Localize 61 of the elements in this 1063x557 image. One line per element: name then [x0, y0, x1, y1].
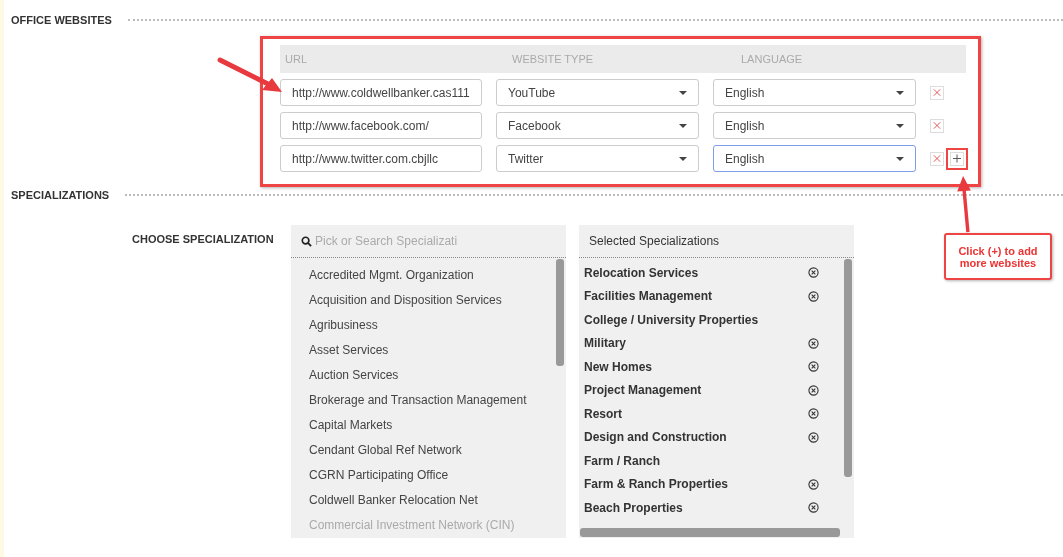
website-type-dropdown[interactable]: Facebook [496, 112, 699, 139]
callout-note: Click (+) to add more websites [944, 233, 1052, 280]
url-field[interactable]: http://www.twitter.com.cbjllc [280, 145, 482, 172]
close-icon [933, 154, 941, 163]
scrollbar-thumb[interactable] [844, 259, 852, 477]
language-dropdown[interactable]: English [713, 112, 916, 139]
selected-item: Farm / Ranch [584, 453, 662, 468]
remove-icon[interactable] [808, 384, 819, 396]
section-heading: OFFICE WEBSITES [11, 14, 112, 26]
column-header: WEBSITE TYPE [512, 53, 595, 65]
selected-item: College / University Properties [584, 312, 760, 327]
caret-icon [896, 90, 904, 95]
close-icon [933, 88, 941, 97]
scrollbar-thumb[interactable] [556, 259, 564, 366]
selected-item: Facilities Management [584, 289, 714, 304]
list-item[interactable]: Brokerage and Transaction Management [309, 388, 566, 413]
caret-icon [679, 123, 687, 128]
selected-item: Resort [584, 406, 623, 421]
url-field[interactable]: http://www.facebook.com/ [280, 112, 482, 139]
remove-icon[interactable] [808, 267, 819, 279]
remove-icon[interactable] [808, 502, 819, 514]
list-item[interactable]: Agribusiness [309, 313, 566, 338]
remove-icon[interactable] [808, 337, 819, 349]
website-type-dropdown[interactable]: Twitter [496, 145, 699, 172]
caret-icon [896, 123, 904, 128]
selected-item: Farm & Ranch Properties [584, 477, 730, 492]
search-icon [301, 235, 312, 247]
url-field[interactable]: http://www.coldwellbanker.cas111 [280, 79, 482, 106]
language-dropdown[interactable]: English [713, 79, 916, 106]
caret-icon [679, 90, 687, 95]
field-label: CHOOSE SPECIALIZATION [132, 232, 275, 247]
caret-icon [896, 156, 904, 161]
section-heading: SPECIALIZATIONS [11, 189, 110, 201]
selected-item: Design and Construction [584, 430, 728, 445]
selected-item: New Homes [584, 359, 654, 374]
list-item[interactable]: Cendant Global Ref Network [309, 438, 566, 463]
list-item[interactable]: Coldwell Banker Relocation Net [309, 488, 566, 513]
column-header: LANGUAGE [741, 53, 804, 65]
selected-item: Project Management [584, 383, 703, 398]
list-item[interactable]: Capital Markets [309, 413, 566, 438]
remove-icon[interactable] [808, 431, 819, 443]
remove-icon[interactable] [808, 478, 819, 490]
remove-icon[interactable] [808, 290, 819, 302]
selected-item: Beach Properties [584, 500, 684, 515]
selected-item: Relocation Services [584, 265, 700, 280]
caret-icon [679, 156, 687, 161]
list-item[interactable]: Accredited Mgmt. Organization [309, 263, 566, 288]
selected-item: Military [584, 336, 627, 351]
scrollbar-thumb[interactable] [580, 528, 840, 537]
list-item[interactable]: Asset Services [309, 338, 566, 363]
list-item[interactable]: CGRN Participating Office [309, 463, 566, 488]
column-header: URL [285, 53, 308, 65]
list-item[interactable]: Acquisition and Disposition Services [309, 288, 566, 313]
close-icon [933, 121, 941, 130]
list-item[interactable]: Auction Services [309, 363, 566, 388]
plus-icon [953, 154, 961, 163]
panel-title: Selected Specializations [589, 234, 720, 248]
remove-icon[interactable] [808, 408, 819, 420]
website-type-dropdown[interactable]: YouTube [496, 79, 699, 106]
remove-icon[interactable] [808, 361, 819, 373]
language-dropdown[interactable]: English [713, 145, 916, 172]
